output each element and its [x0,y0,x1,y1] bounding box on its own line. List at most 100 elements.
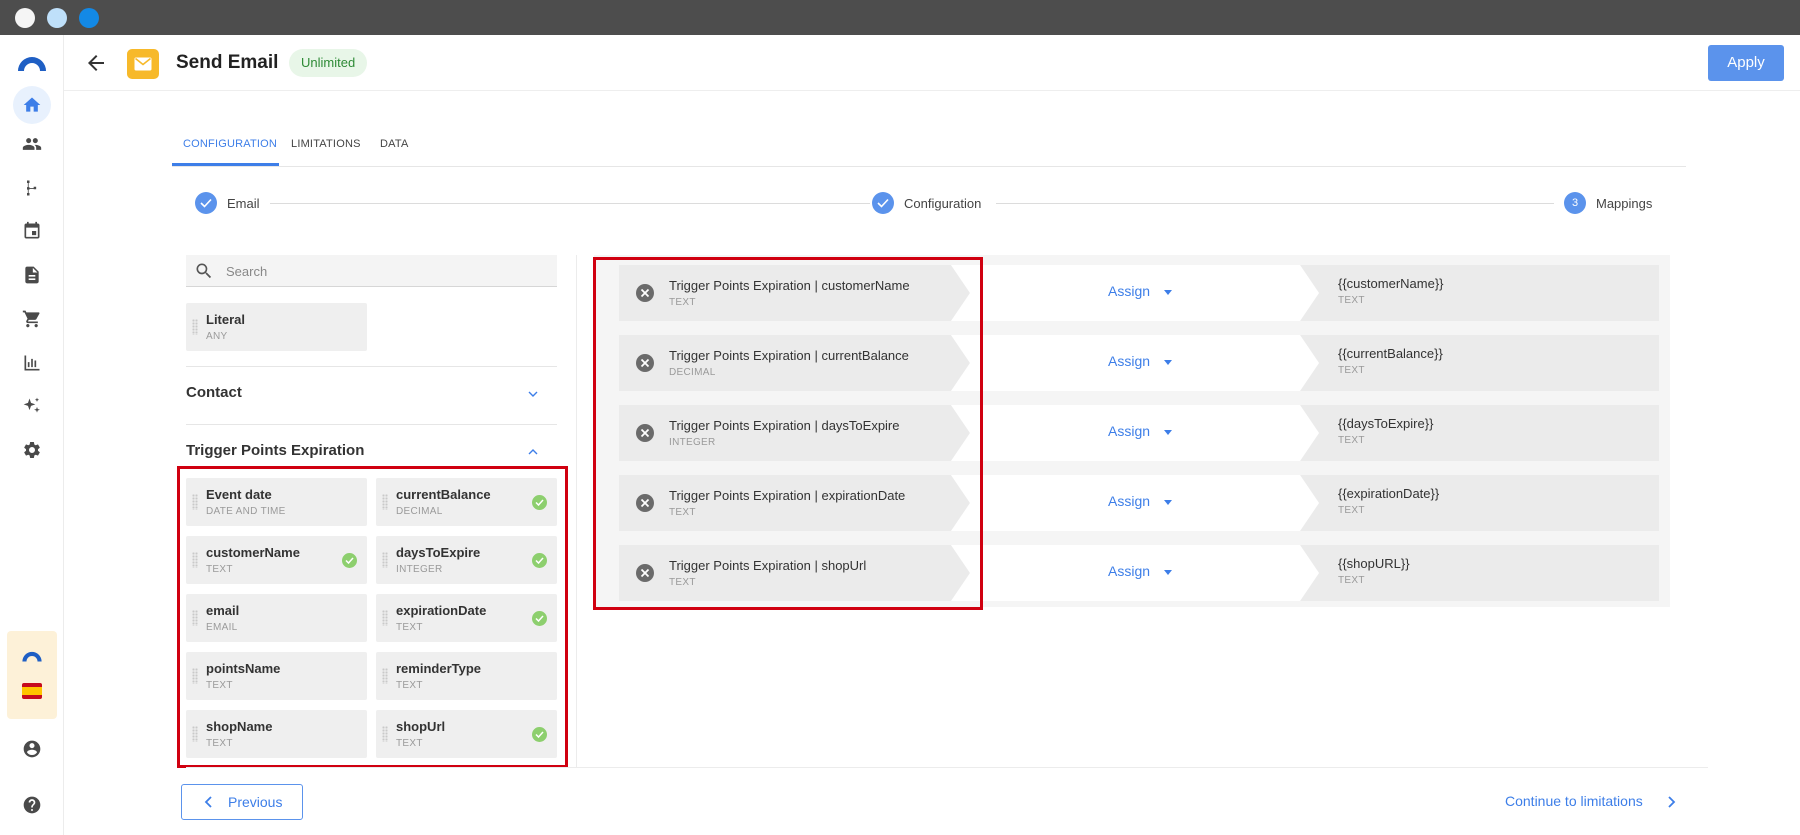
field-card[interactable]: Event date DATE AND TIME [186,478,367,526]
help-icon[interactable] [20,793,44,817]
field-type: TEXT [396,738,423,749]
step-done-check-icon [872,192,894,214]
field-card[interactable]: customerName TEXT [186,536,367,584]
assign-dropdown[interactable]: Assign [1108,353,1150,369]
field-card[interactable]: pointsName TEXT [186,652,367,700]
workspace-switcher[interactable] [7,631,57,719]
limit-status-badge: Unlimited [289,49,368,77]
workspace-logo-icon [22,651,42,662]
drag-handle-icon[interactable] [382,494,388,510]
active-tab-indicator [172,163,279,166]
drag-handle-icon[interactable] [192,319,198,335]
tab-configuration[interactable]: CONFIGURATION [183,138,277,150]
mapping-source-type: TEXT [669,297,696,308]
group-contact-header[interactable]: Contact [186,366,557,422]
remove-mapping-icon[interactable] [635,423,655,443]
mapped-check-icon [532,611,547,626]
window-maximize-button[interactable] [79,8,99,28]
back-arrow-icon[interactable] [84,51,108,75]
field-type: TEXT [396,622,423,633]
field-card[interactable]: expirationDate TEXT [376,594,557,642]
mapping-source-name: Trigger Points Expiration | daysToExpire [669,418,900,433]
step-mappings-label: Mappings [1596,196,1653,211]
assign-dropdown[interactable]: Assign [1108,423,1150,439]
caret-down-icon[interactable] [1164,290,1172,295]
caret-down-icon[interactable] [1164,360,1172,365]
field-name: reminderType [396,661,482,676]
remove-mapping-icon[interactable] [635,563,655,583]
drag-handle-icon[interactable] [192,668,198,684]
window-close-button[interactable] [15,8,35,28]
search-icon [196,263,212,279]
field-name: daysToExpire [396,545,481,560]
search-input[interactable] [226,261,546,281]
analytics-icon[interactable] [20,351,44,375]
field-name: shopUrl [396,719,446,734]
step-connector [996,203,1554,204]
home-icon[interactable] [13,86,51,124]
mapping-target-name: {{shopURL}} [1338,556,1410,571]
previous-button[interactable]: Previous [181,784,303,820]
settings-icon[interactable] [20,438,44,462]
drag-handle-icon[interactable] [382,610,388,626]
mapping-source-name: Trigger Points Expiration | customerName [669,278,910,293]
tab-limitations[interactable]: LIMITATIONS [291,138,361,150]
field-type: INTEGER [396,564,443,575]
caret-down-icon[interactable] [1164,500,1172,505]
field-type: DATE AND TIME [206,506,286,517]
sparkles-icon[interactable] [20,394,44,418]
wizard-stepper: Email Configuration 3 Mappings [192,190,1658,216]
field-card[interactable]: shopUrl TEXT [376,710,557,758]
drag-handle-icon[interactable] [192,552,198,568]
mapped-check-icon [342,553,357,568]
field-name: email [206,603,240,618]
window-minimize-button[interactable] [47,8,67,28]
field-type: TEXT [206,564,233,575]
caret-down-icon[interactable] [1164,430,1172,435]
remove-mapping-icon[interactable] [635,493,655,513]
account-icon[interactable] [20,737,44,761]
drag-handle-icon[interactable] [192,726,198,742]
cart-icon[interactable] [20,307,44,331]
group-trigger-header[interactable]: Trigger Points Expiration [186,424,557,480]
mapping-row: Trigger Points Expiration | shopUrl TEXT… [619,545,1659,601]
spain-flag-icon[interactable] [22,683,42,699]
field-search [186,255,557,287]
continue-to-limitations-link[interactable]: Continue to limitations [1505,793,1643,809]
document-icon[interactable] [20,263,44,287]
field-type: TEXT [206,738,233,749]
mapping-target-type: TEXT [1338,295,1365,306]
field-card[interactable]: reminderType TEXT [376,652,557,700]
chevron-up-icon [528,449,538,455]
drag-handle-icon[interactable] [382,726,388,742]
field-name: expirationDate [396,603,487,618]
tab-data[interactable]: DATA [380,138,409,150]
literal-field-card[interactable]: Literal ANY [186,303,367,351]
mapping-source-type: INTEGER [669,437,716,448]
remove-mapping-icon[interactable] [635,283,655,303]
field-card[interactable]: daysToExpire INTEGER [376,536,557,584]
contacts-icon[interactable] [20,132,44,156]
drag-handle-icon[interactable] [192,494,198,510]
step-done-check-icon [195,192,217,214]
drag-handle-icon[interactable] [382,668,388,684]
calendar-icon[interactable] [20,219,44,243]
mapping-target-type: TEXT [1338,505,1365,516]
workflow-icon[interactable] [20,176,44,200]
assign-dropdown[interactable]: Assign [1108,283,1150,299]
brand-arc-logo[interactable] [16,53,48,73]
mapping-source-type: TEXT [669,577,696,588]
mapped-check-icon [532,727,547,742]
apply-button[interactable]: Apply [1708,45,1784,81]
drag-handle-icon[interactable] [192,610,198,626]
remove-mapping-icon[interactable] [635,353,655,373]
chevron-right-icon[interactable] [1663,794,1679,810]
field-card[interactable]: email EMAIL [186,594,367,642]
mapping-row: Trigger Points Expiration | daysToExpire… [619,405,1659,461]
drag-handle-icon[interactable] [382,552,388,568]
field-card[interactable]: shopName TEXT [186,710,367,758]
assign-dropdown[interactable]: Assign [1108,563,1150,579]
assign-dropdown[interactable]: Assign [1108,493,1150,509]
caret-down-icon[interactable] [1164,570,1172,575]
field-card[interactable]: currentBalance DECIMAL [376,478,557,526]
